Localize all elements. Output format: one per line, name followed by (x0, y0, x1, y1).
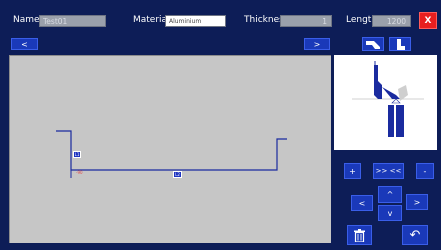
plus-button[interactable]: + (344, 163, 361, 179)
undo-button[interactable]: ↶ (402, 225, 428, 245)
down-button[interactable]: v (378, 205, 402, 221)
close-button[interactable]: X (419, 12, 437, 29)
press-tool-diagram (352, 61, 424, 137)
angle-label: -90 (76, 170, 83, 175)
segment-label-l1[interactable]: L1 (73, 151, 81, 158)
length-field[interactable]: 1200 (372, 15, 411, 27)
profile-outline (56, 130, 287, 171)
minus-button[interactable]: - (416, 163, 434, 179)
bend-up-icon (366, 40, 380, 49)
right-button[interactable]: > (406, 194, 428, 210)
up-button[interactable]: ^ (378, 186, 402, 203)
prev-button[interactable]: < (11, 38, 38, 50)
segment-label-l2[interactable]: L2 (173, 171, 182, 178)
squeeze-button[interactable]: >> << (373, 163, 404, 179)
left-button[interactable]: < (351, 195, 373, 211)
name-label: Name (13, 15, 40, 25)
profile-drawing (56, 130, 287, 178)
name-field[interactable]: Test01 (39, 15, 106, 27)
bend-side-icon (397, 38, 405, 50)
tool-preview (334, 55, 437, 150)
thickness-field[interactable]: 1 (280, 15, 332, 27)
drawing-canvas[interactable]: L1 L2 -90 (9, 55, 331, 243)
tool-shape-a-button[interactable] (362, 37, 384, 51)
trash-icon (354, 228, 365, 242)
material-field[interactable]: Aluminium (165, 15, 226, 27)
delete-button[interactable] (347, 225, 372, 245)
tool-shape-b-button[interactable] (389, 37, 411, 51)
next-button[interactable]: > (304, 38, 330, 50)
